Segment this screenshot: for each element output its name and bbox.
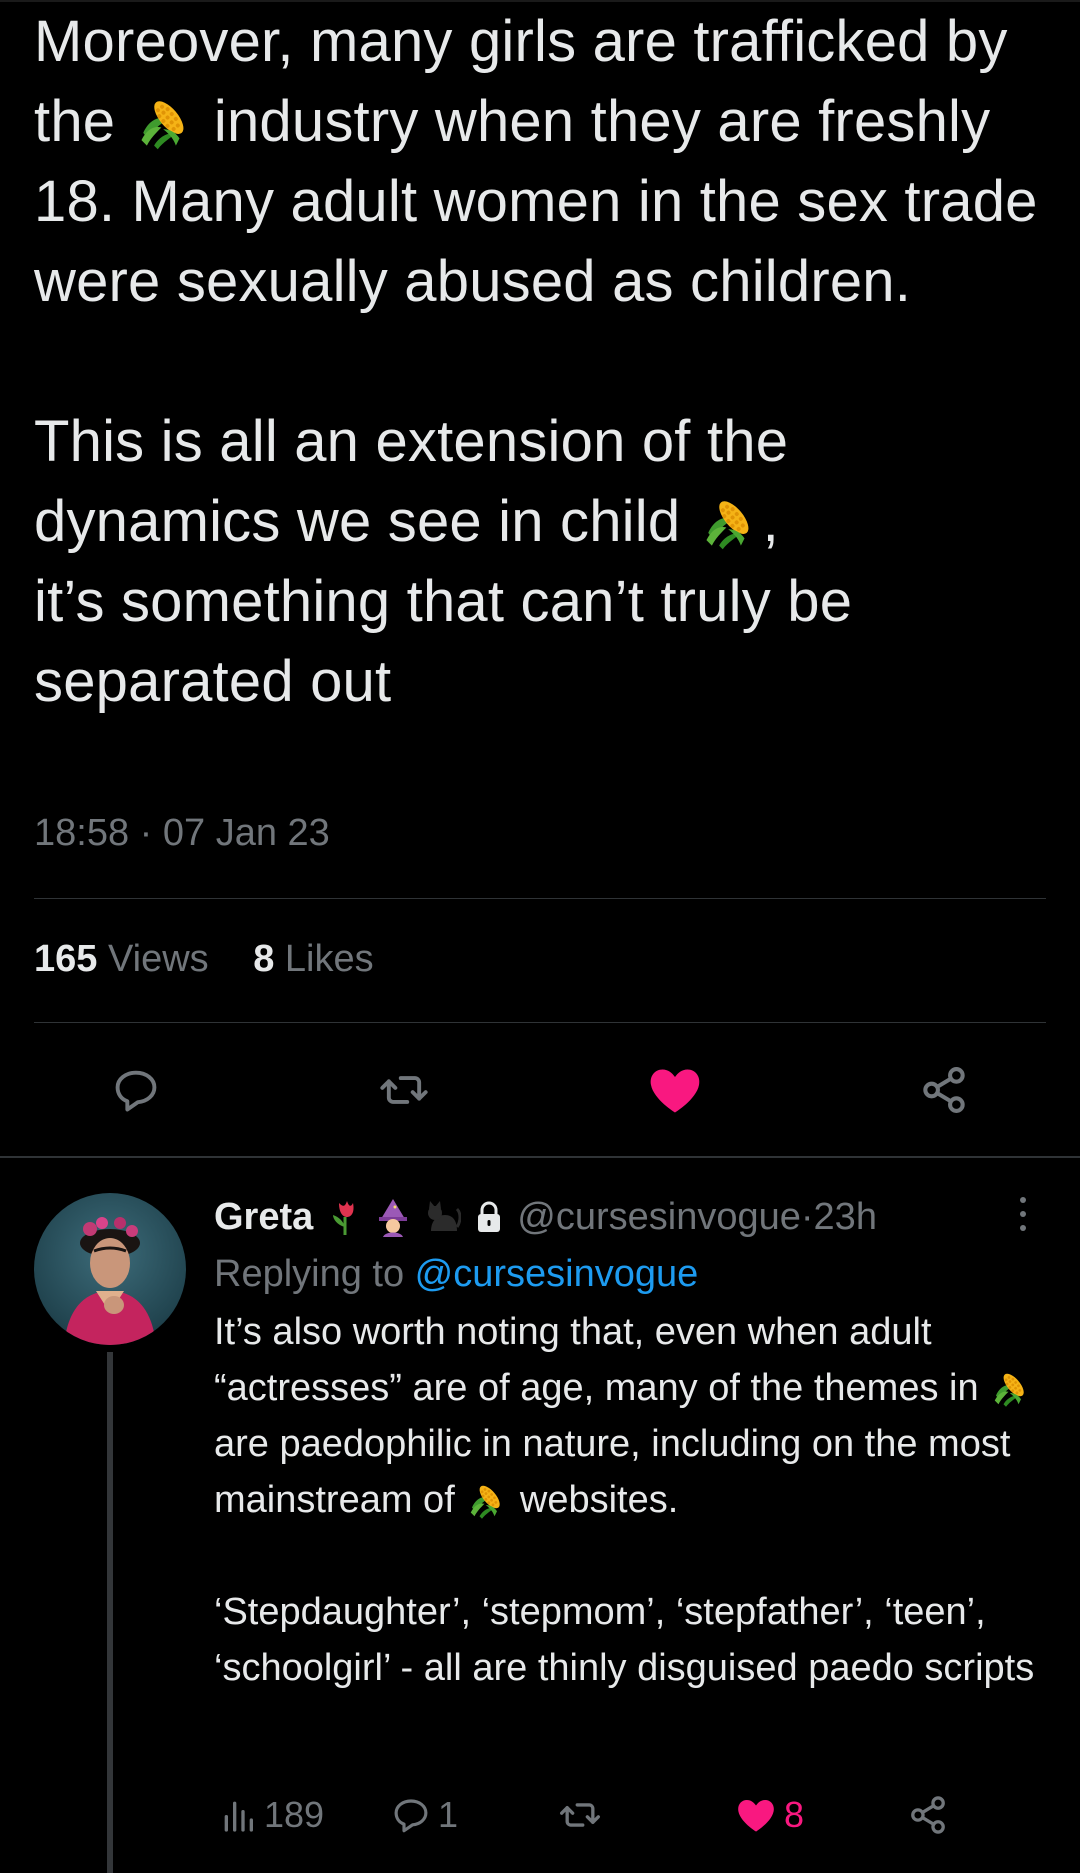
corn-emoji-icon [467,1480,507,1520]
reply-button[interactable] [106,1060,166,1120]
replying-handle-link[interactable]: @cursesinvogue [415,1253,699,1295]
reply-like-button[interactable]: 8 [734,1790,804,1840]
reply-share-button[interactable] [906,1790,950,1840]
corn-emoji-icon [136,93,194,151]
wizard-emoji-icon [379,1199,408,1237]
reply-text-segment: It’s also worth noting that, even when a… [214,1311,990,1409]
black-cat-emoji-icon [428,1201,462,1231]
share-button[interactable] [914,1060,974,1120]
views-stat[interactable]: 165 Views [34,938,209,980]
views-count: 165 [34,938,98,980]
tulip-emoji-icon [333,1201,354,1235]
reply-action-bar: 189 1 8 [214,1790,1014,1840]
reply-retweet-button[interactable] [558,1790,602,1840]
reply-time-separator: · [800,1196,814,1238]
reply-icon [394,1799,428,1833]
main-tweet: Moreover, many girls are trafficked by t… [34,0,1046,722]
reply-likes-count: 8 [784,1794,805,1835]
tweet-date: 07 Jan 23 [162,812,330,854]
tweet-stats: 165 Views 8 Likes [34,938,408,981]
timestamp-separator: · [129,812,163,854]
replying-to: Replying to @cursesinvogue [214,1246,1054,1302]
avatar-image [64,1217,156,1345]
reply-handle[interactable]: @cursesinvogue [517,1188,801,1246]
like-button[interactable] [645,1060,705,1120]
corn-emoji-icon [991,1368,1031,1408]
reply-views-count: 189 [264,1794,325,1835]
analytics-icon [224,1801,253,1832]
heart-icon [738,1799,774,1832]
likes-stat[interactable]: 8 Likes [253,938,373,980]
share-icon [923,1067,965,1113]
reply-time[interactable]: 23h [814,1188,877,1246]
tweet-paragraph-1: Moreover, many girls are trafficked by t… [34,2,1046,322]
likes-label: Likes [284,938,374,980]
retweet-icon [380,1076,428,1104]
tweet-paragraph-2: This is all an extension of the dynamics… [34,402,1046,722]
more-icon[interactable] [1012,1194,1034,1234]
lock-icon [478,1201,501,1232]
reply-header: Greta @cursesinvogue · 23h [214,1188,1054,1246]
heart-icon [650,1069,700,1113]
reply-reply-button[interactable]: 1 [390,1790,458,1840]
reply-icon [115,1070,157,1112]
reply-replies-count: 1 [438,1794,459,1835]
views-label: Views [107,938,209,980]
tweet-timestamp[interactable]: 18:58 · 07 Jan 23 [34,812,330,855]
reply-tweet[interactable]: Greta @cursesinvogue · 23h Replying to @… [214,1188,1054,1696]
tweet-time: 18:58 [34,812,130,854]
thread-line [107,1352,113,1873]
analytics-button[interactable]: 189 [218,1790,324,1840]
reply-paragraph-2: ‘Stepdaughter’, ‘stepmom’, ‘stepfather’,… [214,1591,1035,1689]
tweet-action-bar [0,1060,1080,1120]
retweet-button[interactable] [374,1060,434,1120]
tweet-text-segment: This is all an extension of the dynamics… [34,409,805,554]
divider [34,1022,1046,1023]
divider [34,898,1046,899]
reply-text-segment: websites. [509,1479,679,1521]
replying-prefix: Replying to [214,1253,415,1295]
section-divider [0,1156,1080,1158]
retweet-icon [560,1803,600,1827]
reply-author-name[interactable]: Greta [214,1188,313,1246]
likes-count: 8 [253,938,275,980]
corn-emoji-icon [701,493,759,551]
reply-paragraph-1: It’s also worth noting that, even when a… [214,1304,1054,1528]
avatar[interactable] [34,1193,186,1345]
share-icon [911,1796,945,1834]
